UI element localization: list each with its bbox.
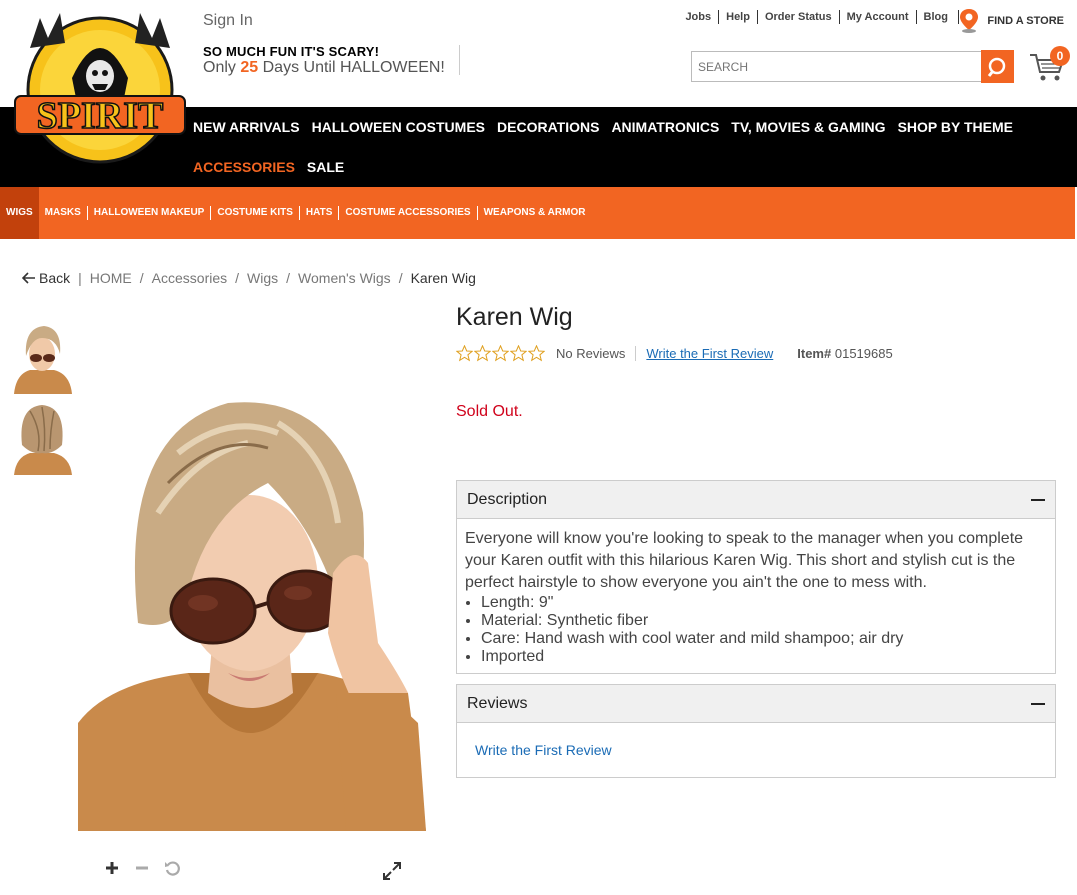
subnav-costume-kits[interactable]: COSTUME KITS	[211, 206, 300, 220]
subnav-costume-accessories[interactable]: COSTUME ACCESSORIES	[339, 206, 478, 220]
search-button[interactable]	[981, 50, 1014, 83]
breadcrumb-separator: /	[398, 270, 403, 286]
product-thumbnail-back[interactable]	[12, 401, 72, 475]
breadcrumb-wigs[interactable]: Wigs	[247, 270, 278, 286]
nav-halloween-costumes[interactable]: HALLOWEEN COSTUMES	[312, 119, 485, 135]
fullscreen-expand-icon[interactable]	[382, 861, 402, 881]
breadcrumb-current: Karen Wig	[410, 270, 476, 286]
description-title: Description	[467, 490, 548, 508]
breadcrumb-separator: /	[286, 270, 291, 286]
product-main-image[interactable]	[78, 393, 426, 831]
cart-count-badge: 0	[1050, 46, 1070, 66]
feature-item: Material: Synthetic fiber	[481, 612, 1047, 630]
nav-sale[interactable]: SALE	[307, 159, 344, 175]
item-number-label: Item#	[797, 346, 832, 361]
item-number-value: 01519685	[834, 346, 893, 361]
image-zoom-controls	[104, 860, 194, 881]
nav-new-arrivals[interactable]: NEW ARRIVALS	[193, 119, 300, 135]
tagline-slogan: SO MUCH FUN IT'S SCARY!	[203, 44, 380, 59]
subnav-hats[interactable]: HATS	[300, 206, 340, 220]
feature-item: Care: Hand wash with cool water and mild…	[481, 630, 1047, 648]
back-link[interactable]: Back	[22, 270, 70, 286]
description-panel: Description Everyone will know you're lo…	[456, 480, 1056, 674]
nav-tv-movies-gaming[interactable]: TV, MOVIES & GAMING	[731, 119, 885, 135]
nav-accessories[interactable]: ACCESSORIES	[193, 159, 295, 175]
reviews-title: Reviews	[467, 694, 528, 712]
reviews-body: Write the First Review	[457, 723, 1055, 777]
star-empty-icon	[528, 345, 545, 362]
write-first-review-link[interactable]: Write the First Review	[475, 742, 612, 758]
site-header: SPIRIT Sign In SO MUCH FUN IT'S SCARY! O…	[0, 0, 1077, 164]
countdown-rest: Days Until HALLOWEEN!	[262, 59, 445, 76]
halloween-countdown: SO MUCH FUN IT'S SCARY! Only 25 Days Unt…	[203, 44, 460, 76]
main-nav-row-1: NEW ARRIVALS HALLOWEEN COSTUMES DECORATI…	[193, 119, 1025, 135]
jobs-link[interactable]: Jobs	[678, 10, 720, 24]
breadcrumb-womens-wigs[interactable]: Women's Wigs	[298, 270, 391, 286]
breadcrumb: Back | HOME / Accessories / Wigs / Women…	[22, 270, 476, 286]
nav-animatronics[interactable]: ANIMATRONICS	[611, 119, 719, 135]
countdown-only: Only	[203, 59, 236, 76]
zoom-in-icon[interactable]	[104, 860, 120, 881]
breadcrumb-home[interactable]: HOME	[90, 270, 132, 286]
utility-links: Jobs Help Order Status My Account Blog	[678, 10, 959, 24]
sign-in-link[interactable]: Sign In	[203, 12, 253, 30]
feature-list: Length: 9" Material: Synthetic fiber Car…	[481, 594, 1047, 666]
subnav-wigs[interactable]: WIGS	[0, 187, 39, 239]
star-empty-icon	[474, 345, 491, 362]
spirit-logo[interactable]: SPIRIT	[10, 8, 190, 166]
zoom-out-icon[interactable]	[134, 860, 150, 881]
description-header[interactable]: Description	[457, 481, 1055, 519]
arrow-left-icon	[22, 272, 35, 284]
star-empty-icon	[510, 345, 527, 362]
star-rating	[456, 345, 546, 362]
subnav-weapons-armor[interactable]: WEAPONS & ARMOR	[478, 206, 592, 220]
star-empty-icon	[492, 345, 509, 362]
main-nav-row-2: ACCESSORIES SALE	[193, 159, 356, 175]
search-icon	[987, 57, 1005, 77]
map-pin-icon	[960, 9, 979, 33]
find-store-link[interactable]: FIND A STORE	[958, 8, 1064, 34]
review-count: No Reviews	[556, 346, 626, 361]
subnav-masks[interactable]: MASKS	[39, 206, 88, 220]
help-link[interactable]: Help	[719, 10, 758, 24]
breadcrumb-separator: /	[139, 270, 144, 286]
description-text: Everyone will know you're looking to spe…	[465, 530, 1024, 591]
product-thumbnail-front[interactable]	[12, 320, 72, 394]
collapse-icon[interactable]	[1031, 702, 1045, 705]
nav-shop-by-theme[interactable]: SHOP BY THEME	[898, 119, 1013, 135]
reviews-header[interactable]: Reviews	[457, 685, 1055, 723]
rating-row: No Reviews Write the First Review Item# …	[456, 345, 893, 362]
countdown-text: Only 25 Days Until HALLOWEEN!	[203, 59, 445, 76]
star-empty-icon	[456, 345, 473, 362]
order-status-link[interactable]: Order Status	[758, 10, 840, 24]
breadcrumb-separator: |	[78, 270, 82, 286]
karen-wig-model-image	[78, 393, 426, 831]
write-first-review-link[interactable]: Write the First Review	[635, 346, 773, 361]
svg-text:SPIRIT: SPIRIT	[37, 95, 164, 137]
back-label: Back	[39, 270, 71, 286]
category-subnav: WIGS MASKS HALLOWEEN MAKEUP COSTUME KITS…	[0, 187, 1075, 239]
reviews-panel: Reviews Write the First Review	[456, 684, 1056, 778]
countdown-days: 25	[240, 59, 259, 76]
reset-zoom-icon[interactable]	[164, 860, 180, 881]
collapse-icon[interactable]	[1031, 498, 1045, 501]
wig-front-thumbnail-image	[12, 320, 72, 394]
breadcrumb-separator: /	[235, 270, 240, 286]
my-account-link[interactable]: My Account	[840, 10, 917, 24]
find-store-label: FIND A STORE	[987, 15, 1064, 27]
nav-decorations[interactable]: DECORATIONS	[497, 119, 599, 135]
stock-status: Sold Out.	[456, 403, 523, 420]
feature-item: Length: 9"	[481, 594, 1047, 612]
product-title: Karen Wig	[456, 303, 573, 331]
breadcrumb-accessories[interactable]: Accessories	[152, 270, 227, 286]
feature-item: Imported	[481, 648, 1047, 666]
description-body: Everyone will know you're looking to spe…	[457, 519, 1055, 675]
item-number: Item# 01519685	[797, 346, 892, 361]
subnav-halloween-makeup[interactable]: HALLOWEEN MAKEUP	[88, 206, 212, 220]
search-input[interactable]	[691, 51, 982, 82]
wig-back-thumbnail-image	[12, 401, 72, 475]
blog-link[interactable]: Blog	[917, 10, 959, 24]
